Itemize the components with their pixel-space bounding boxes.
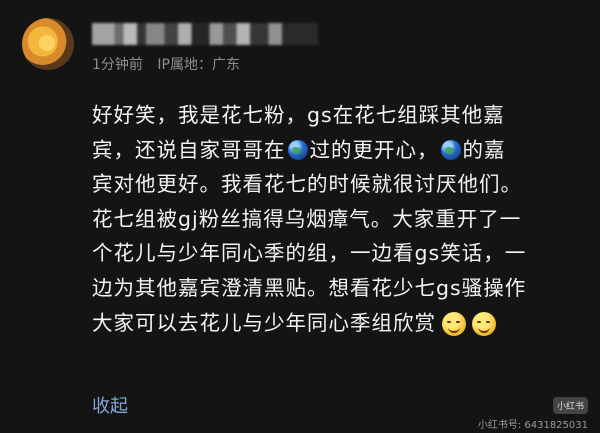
comment-body: 好好笑，我是花七粉，gs在花七组踩其他嘉 宾，还说自家哥哥在 过的更开心， 的嘉 宾… <box>92 98 562 340</box>
comment-line-6: 边为其他嘉宾澄清黑贴。想看花少七gs骚操作 <box>92 275 527 300</box>
comment-line-2-text-b: 过的更开心， <box>309 137 439 162</box>
collapse-button[interactable]: 收起 <box>92 392 128 418</box>
watermark-logo: 小红书 <box>552 397 588 414</box>
globe-emoji-icon <box>440 139 461 160</box>
comment-meta: 1分钟前 IP属地：广东 <box>92 54 240 74</box>
comment-line-2: 宾，还说自家哥哥在 过的更开心， 的嘉 <box>92 133 562 168</box>
globe-emoji-icon <box>287 139 308 160</box>
comment-line-5: 个花儿与少年同心季的组，一边看gs笑话，一 <box>92 241 527 266</box>
watermark-id: 小红书号: 6431825031 <box>477 420 588 431</box>
comment-line-7-text: 大家可以去花儿与少年同心季组欣赏 <box>92 310 436 335</box>
comment-line-3: 宾对他更好。我看花七的时候就很讨厌他们。 <box>92 172 522 197</box>
comment-line-1: 好好笑，我是花七粉，gs在花七组踩其他嘉 <box>92 103 505 127</box>
watermark: 小红书 小红书号: 6431825031 <box>478 394 588 431</box>
laughing-face-emoji-icon <box>472 311 496 336</box>
comment-line-7: 大家可以去花儿与少年同心季组欣赏 <box>92 306 562 341</box>
blurred-username[interactable] <box>92 23 318 45</box>
comment-line-2-text: 宾，还说自家哥哥在 <box>92 137 286 162</box>
comment-time: 1分钟前 <box>92 57 143 73</box>
laughing-face-emoji-icon <box>442 311 466 336</box>
comment-line-4: 花七组被gj粉丝搞得乌烟瘴气。大家重开了一 <box>92 206 522 231</box>
ip-location: IP属地：广东 <box>157 57 240 73</box>
comment-line-2-text-c: 的嘉 <box>462 137 506 162</box>
avatar[interactable] <box>22 18 74 70</box>
